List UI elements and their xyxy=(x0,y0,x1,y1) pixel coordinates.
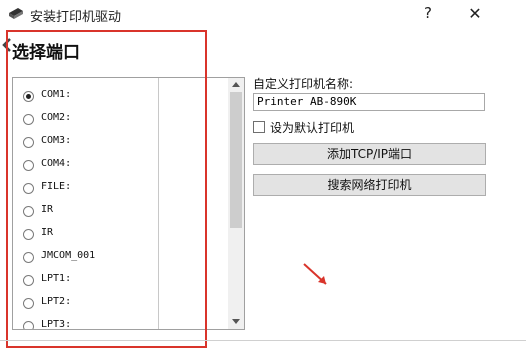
port-item[interactable]: IR xyxy=(23,203,153,221)
port-radio[interactable] xyxy=(23,229,34,240)
custom-printer-name-label: 自定义打印机名称: xyxy=(253,77,354,91)
port-item[interactable]: COM2: xyxy=(23,111,153,129)
help-button[interactable]: ? xyxy=(424,4,432,22)
add-tcp-ip-port-button[interactable]: 添加TCP/IP端口 xyxy=(253,143,486,165)
port-radio[interactable] xyxy=(23,137,34,148)
port-item[interactable]: LPT2: xyxy=(23,295,153,313)
port-label: LPT1: xyxy=(41,273,72,284)
column-divider xyxy=(158,78,159,329)
arrow-down-icon xyxy=(232,319,240,324)
port-item[interactable]: LPT1: xyxy=(23,272,153,290)
port-list[interactable]: COM1: COM2: COM3: COM4: FILE: IR IR JMCOM_001 LP… xyxy=(12,77,230,330)
port-item[interactable]: COM4: xyxy=(23,157,153,175)
port-item[interactable]: LPT3: xyxy=(23,318,153,330)
close-button[interactable]: ✕ xyxy=(462,4,488,26)
port-item[interactable]: COM1: xyxy=(23,88,153,106)
port-item[interactable]: JMCOM_001 xyxy=(23,249,153,267)
port-label: JMCOM_001 xyxy=(41,250,96,261)
port-label: COM2: xyxy=(41,112,72,123)
port-label: LPT2: xyxy=(41,296,72,307)
arrow-up-icon xyxy=(232,82,240,87)
port-radio[interactable] xyxy=(23,206,34,217)
default-printer-row[interactable]: 设为默认打印机 xyxy=(253,119,453,135)
port-radio[interactable] xyxy=(23,252,34,263)
port-label: IR xyxy=(41,204,54,215)
port-list-scrollbar[interactable] xyxy=(228,77,245,330)
port-radio[interactable] xyxy=(23,321,34,329)
port-label: COM4: xyxy=(41,158,72,169)
port-label: IR xyxy=(41,227,54,238)
default-printer-checkbox[interactable] xyxy=(253,121,265,133)
red-arrow-annotation-icon xyxy=(303,263,327,285)
port-item[interactable]: COM3: xyxy=(23,134,153,152)
back-chevron-icon[interactable] xyxy=(2,38,12,52)
title-bar: 安装打印机驱动 ? ✕ xyxy=(0,0,526,30)
default-printer-label[interactable]: 设为默认打印机 xyxy=(270,119,354,136)
port-radio[interactable] xyxy=(23,114,34,125)
port-radio[interactable] xyxy=(23,298,34,309)
port-item[interactable]: IR xyxy=(23,226,153,244)
window-title: 安装打印机驱动 xyxy=(30,10,122,25)
scroll-down-button[interactable] xyxy=(228,314,244,328)
port-label: COM3: xyxy=(41,135,72,146)
scroll-up-button[interactable] xyxy=(228,78,244,92)
port-radio[interactable] xyxy=(23,183,34,194)
port-label: FILE: xyxy=(41,181,72,192)
scroll-thumb[interactable] xyxy=(230,92,242,228)
port-radio[interactable] xyxy=(23,91,34,102)
page-title: 选择端口 xyxy=(12,43,80,63)
search-network-printer-button[interactable]: 搜索网络打印机 xyxy=(253,174,486,196)
port-label: LPT3: xyxy=(41,319,72,330)
printer-icon xyxy=(9,8,23,19)
port-radio[interactable] xyxy=(23,275,34,286)
bottom-divider xyxy=(0,340,526,341)
printer-name-input[interactable]: Printer AB-890K xyxy=(253,93,485,111)
port-label: COM1: xyxy=(41,89,72,100)
port-item[interactable]: FILE: xyxy=(23,180,153,198)
port-radio[interactable] xyxy=(23,160,34,171)
